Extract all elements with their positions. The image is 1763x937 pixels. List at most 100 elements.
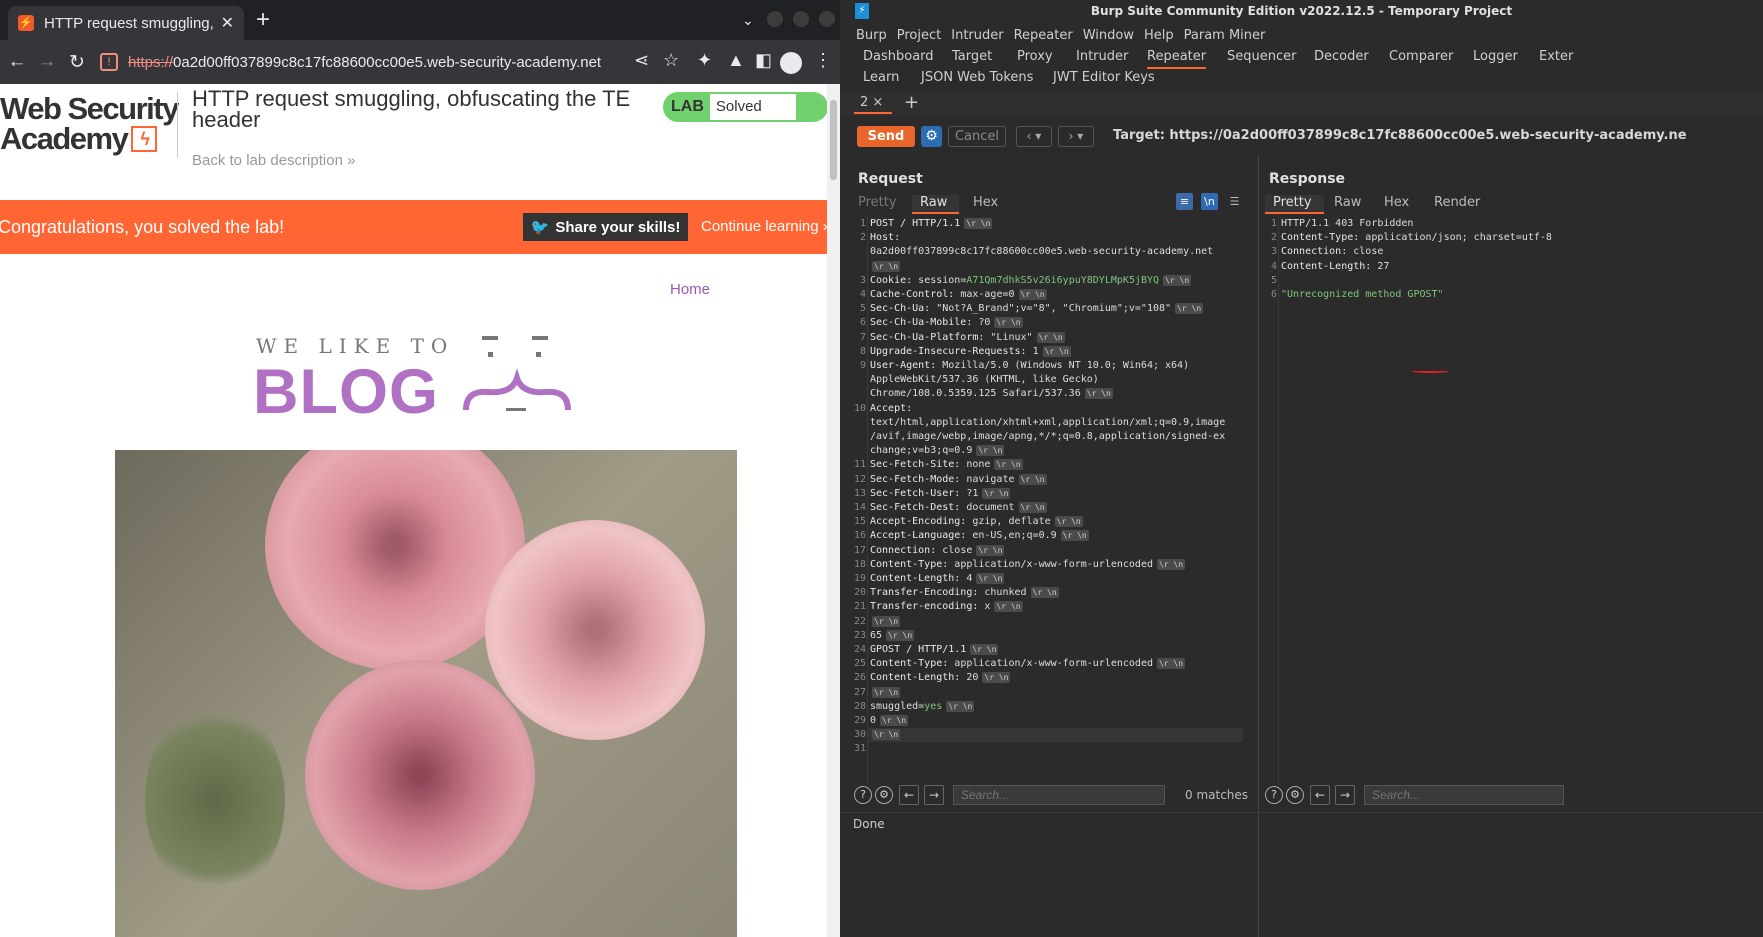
menu-intruder[interactable]: Intruder (951, 28, 1003, 43)
burp-titlebar: ⚡ Burp Suite Community Edition v2022.12.… (840, 0, 1763, 22)
back-arrow-icon[interactable]: ← (2, 51, 32, 73)
header-value: 65 (870, 629, 883, 641)
blog-post-image[interactable] (115, 450, 737, 937)
search-settings-gear-icon[interactable]: ⚙ (875, 786, 893, 804)
close-tab-icon[interactable]: ✕ (221, 13, 234, 33)
tab-dashboard[interactable]: Dashboard (863, 49, 934, 64)
header-name: Sec-Fetch-User: (870, 487, 961, 499)
tab-json-web-tokens[interactable]: JSON Web Tokens (921, 70, 1033, 85)
inspector-menu-icon[interactable]: ☰ (1226, 193, 1243, 210)
profile-avatar[interactable] (780, 52, 802, 74)
tab-intruder[interactable]: Intruder (1076, 49, 1128, 64)
response-search-input[interactable] (1364, 785, 1564, 805)
window-maximize-button[interactable] (793, 11, 809, 27)
request-search-input[interactable] (953, 785, 1165, 805)
show-newlines-icon[interactable]: \n (1201, 193, 1218, 210)
tab-proxy[interactable]: Proxy (1017, 49, 1053, 64)
menu-param-miner[interactable]: Param Miner (1184, 28, 1266, 43)
prev-match-arrow-icon[interactable]: ← (1310, 785, 1330, 805)
tab-search-chevron-icon[interactable]: ⌄ (742, 12, 754, 29)
burp-menubar: Burp Project Intruder Repeater Window He… (840, 24, 1763, 46)
reload-icon[interactable]: ↻ (62, 51, 92, 74)
next-match-arrow-icon[interactable]: → (924, 785, 944, 805)
line-number: 18 (853, 558, 866, 570)
address-bar[interactable]: ! https:// 0a2d00ff037899c8c17fc88600cc0… (100, 46, 610, 78)
forward-arrow-icon[interactable]: → (32, 51, 62, 73)
crlf-marker-icon: \r \n (872, 686, 901, 698)
crlf-marker-icon: \r \n (1036, 331, 1065, 343)
blog-face-icon (463, 336, 571, 411)
header-name: Content-Length: (1281, 260, 1372, 272)
request-tab-raw[interactable]: Raw (912, 195, 960, 214)
menu-burp[interactable]: Burp (856, 28, 887, 43)
header-value: Mozilla/5.0 (Windows NT 10.0; Win64; x64… (936, 360, 1190, 371)
header-value: 0a2d00ff037899c8c17fc88600cc00e5.web-sec… (870, 246, 1214, 258)
menu-kebab-icon[interactable]: ⋮ (814, 50, 832, 71)
menu-help[interactable]: Help (1144, 28, 1174, 43)
tab-decoder[interactable]: Decoder (1314, 49, 1369, 64)
home-link[interactable]: Home (670, 281, 710, 298)
window-close-button[interactable] (819, 11, 835, 27)
send-settings-gear-icon[interactable]: ⚙ (921, 126, 942, 147)
logo-line2: Academy (0, 121, 129, 156)
tab-jwt-editor-keys[interactable]: JWT Editor Keys (1053, 70, 1155, 85)
new-tab-icon[interactable]: + (256, 8, 270, 32)
share-icon[interactable]: ⋖ (634, 50, 649, 71)
tab-extensions[interactable]: Exter (1539, 49, 1573, 64)
lab-flask-icon[interactable]: ▲ (727, 50, 745, 71)
response-tab-hex[interactable]: Hex (1384, 195, 1409, 210)
not-secure-warning-icon[interactable]: ! (100, 53, 118, 71)
tab-comparer[interactable]: Comparer (1389, 49, 1453, 64)
tab-target[interactable]: Target (952, 49, 992, 64)
cancel-button[interactable]: Cancel (948, 126, 1006, 147)
word-wrap-icon[interactable]: ≡ (1176, 193, 1193, 210)
extensions-puzzle-icon[interactable]: ✦ (697, 50, 712, 71)
crlf-marker-icon: \r \n (1018, 289, 1047, 300)
bookmark-star-icon[interactable]: ☆ (663, 50, 679, 71)
code-line: Sec-Ch-Ua-Platform: "Linux" \r \n (870, 331, 1068, 345)
response-tab-render[interactable]: Render (1434, 195, 1480, 210)
response-editor[interactable]: 1 2 3 4 5 6 HTTP/1.1 403 Forbidden Content-Typ… (1259, 215, 1763, 785)
web-security-academy-logo[interactable]: Web Security Academy ϟ (0, 93, 180, 156)
search-settings-gear-icon[interactable]: ⚙ (1286, 786, 1304, 804)
repeater-tab-2[interactable]: 2 × (854, 92, 892, 114)
line-number: 14 (853, 502, 866, 513)
browser-tab[interactable]: ⚡ HTTP request smuggling, o ✕ (8, 6, 244, 40)
side-panel-icon[interactable]: ◧ (755, 50, 772, 71)
request-editor[interactable]: 1 2 3 4 5 6 7 8 9 10 11 12 13 14 15 16 17 18 19 20 21 22 23 24 2… (848, 215, 1255, 785)
crlf-marker-icon: \r \n (1018, 502, 1047, 513)
history-forward-button[interactable]: › ▾ (1058, 126, 1094, 147)
response-tab-pretty[interactable]: Pretty (1265, 195, 1324, 214)
tab-learn[interactable]: Learn (863, 70, 899, 85)
back-to-lab-link[interactable]: Back to lab description » (192, 152, 355, 169)
add-repeater-tab-icon[interactable]: + (904, 92, 919, 113)
header-name: Sec-Fetch-Dest: (870, 502, 961, 513)
header-name: Content-Type: (870, 558, 949, 570)
continue-learning-link[interactable]: Continue learning » (701, 218, 827, 235)
request-tab-pretty[interactable]: Pretty (858, 195, 897, 210)
page-scrollbar[interactable] (827, 84, 840, 937)
next-match-arrow-icon[interactable]: → (1335, 785, 1355, 805)
share-skills-button[interactable]: 🐦 Share your skills! (523, 213, 688, 241)
tab-logger[interactable]: Logger (1473, 49, 1518, 64)
code-line: Cookie: session=A71Qm7dhkS5v26i6ypuY8DYL… (870, 274, 1194, 288)
help-icon[interactable]: ? (1265, 786, 1283, 804)
prev-match-arrow-icon[interactable]: ← (899, 785, 919, 805)
response-tab-raw[interactable]: Raw (1334, 195, 1361, 210)
send-button[interactable]: Send (857, 126, 915, 147)
request-tab-hex[interactable]: Hex (973, 195, 998, 210)
page-scroll-thumb[interactable] (830, 100, 837, 180)
tab-sequencer[interactable]: Sequencer (1227, 49, 1296, 64)
code-line: /avif,image/webp,image/apng,*/*;q=0.8,ap… (870, 430, 1225, 444)
window-minimize-button[interactable] (767, 11, 783, 27)
history-back-button[interactable]: ‹ ▾ (1016, 126, 1052, 147)
menu-repeater[interactable]: Repeater (1014, 28, 1073, 43)
header-name: Accept-Encoding: (870, 516, 967, 528)
highlighted-value: A71Qm7dhkS5v26i6ypuY8DYLMpK5jBYQ (966, 274, 1159, 286)
help-icon[interactable]: ? (854, 786, 872, 804)
menu-window[interactable]: Window (1083, 28, 1134, 43)
line-number: 17 (853, 544, 866, 556)
target-url[interactable]: Target: https://0a2d00ff037899c8c17fc886… (1113, 128, 1687, 143)
menu-project[interactable]: Project (897, 28, 941, 43)
tab-repeater[interactable]: Repeater (1147, 49, 1207, 69)
